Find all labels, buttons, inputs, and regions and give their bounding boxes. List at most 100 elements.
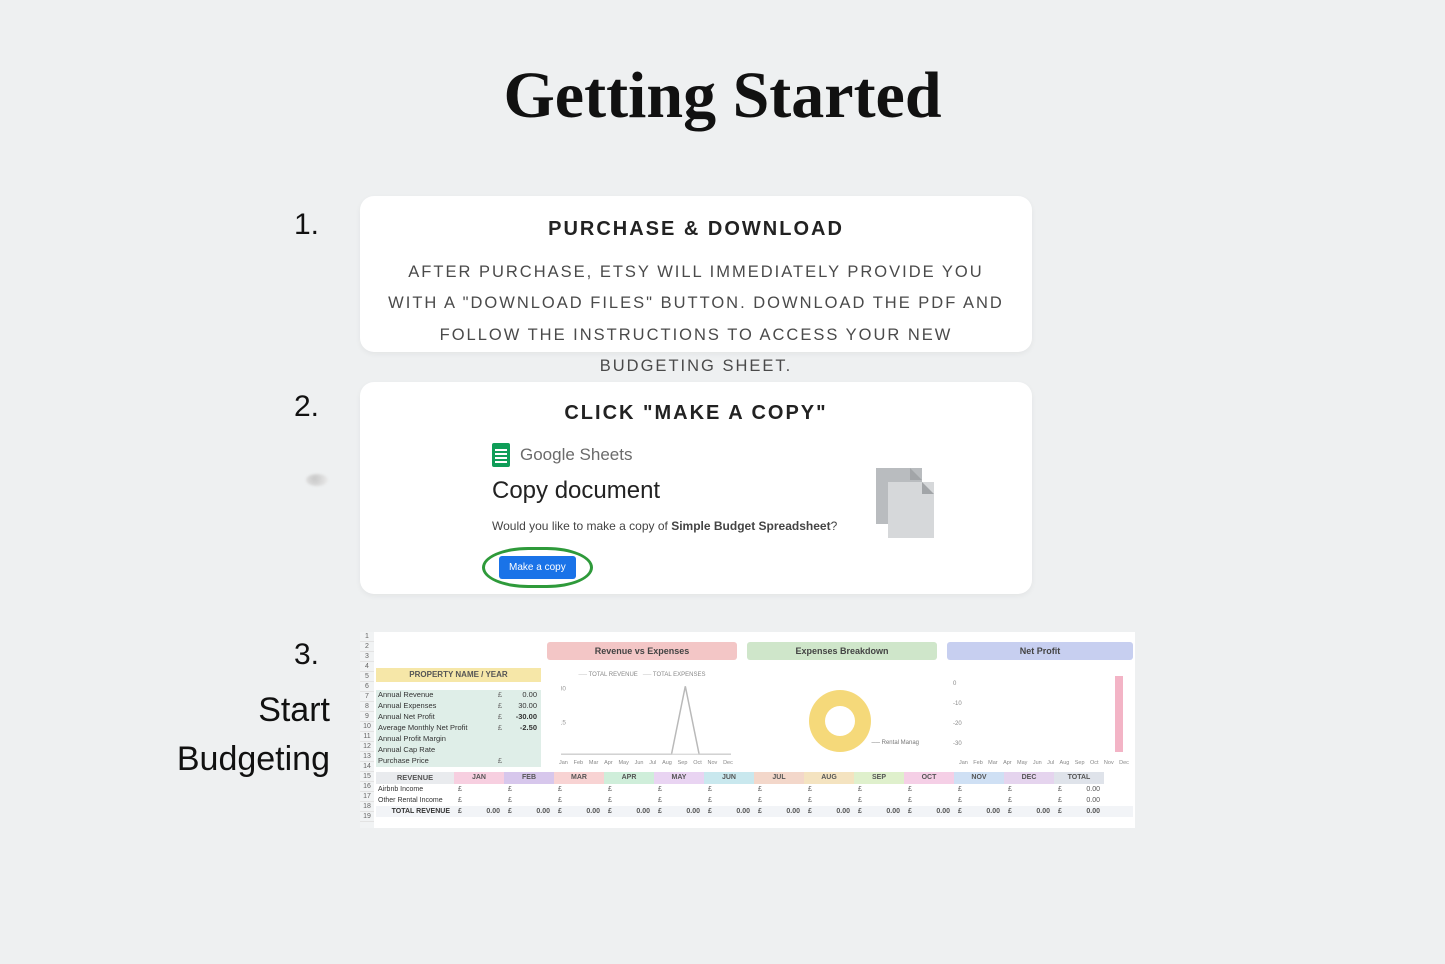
kpi-value: -2.50 <box>505 723 541 734</box>
row-number: 6 <box>360 682 374 692</box>
table-cell: £0.00 <box>1054 795 1104 806</box>
kpi-row: Annual Cap Rate <box>376 745 541 756</box>
kpi-label: Annual Cap Rate <box>376 745 495 756</box>
table-cell: £ <box>1004 795 1054 806</box>
kpi-label: Annual Expenses <box>376 701 495 712</box>
axis-month: Nov <box>1104 760 1114 766</box>
row-number: 16 <box>360 782 374 792</box>
table-cell: £0.00 <box>954 806 1004 817</box>
axis-month: Jun <box>635 760 644 766</box>
axis-month: Oct <box>693 760 702 766</box>
axis-month: Jan <box>959 760 968 766</box>
axis-month: Feb <box>574 760 583 766</box>
axis-month: Jul <box>1047 760 1054 766</box>
row-number: 19 <box>360 812 374 822</box>
kpi-label: Purchase Price <box>376 756 495 767</box>
net-profit-bar <box>1115 676 1123 752</box>
axis-month: Jul <box>649 760 656 766</box>
row-number: 13 <box>360 752 374 762</box>
line-chart-svg: 30 15 <box>561 682 731 756</box>
kpi-currency <box>495 734 505 745</box>
table-cell: £ <box>554 795 604 806</box>
kpi-label: Average Monthly Net Profit <box>376 723 495 734</box>
axis-month: Aug <box>1060 760 1070 766</box>
step-2-card: CLICK "MAKE A COPY" Google Sheets Copy d… <box>360 382 1032 594</box>
table-cell: £ <box>704 784 754 795</box>
table-cell: £ <box>804 784 854 795</box>
table-cell: £ <box>504 795 554 806</box>
axis-month: Dec <box>723 760 733 766</box>
table-month-header: SEP <box>854 772 904 784</box>
step-2-heading: CLICK "MAKE A COPY" <box>386 402 1006 425</box>
row-number: 3 <box>360 652 374 662</box>
table-cell: £ <box>904 784 954 795</box>
chart-header-revenue: Revenue vs Expenses <box>547 642 737 660</box>
kpi-label: Annual Revenue <box>376 690 495 701</box>
table-total-row: TOTAL REVENUE£0.00£0.00£0.00£0.00£0.00£0… <box>376 806 1133 817</box>
table-month-header: MAR <box>554 772 604 784</box>
table-cell: £ <box>654 795 704 806</box>
donut-icon <box>809 690 871 752</box>
kpi-label: Annual Profit Margin <box>376 734 495 745</box>
table-cell: £ <box>754 784 804 795</box>
table-cell: £ <box>604 795 654 806</box>
chart-expenses-breakdown: ── Rental Manag <box>747 668 937 766</box>
kpi-value: 30.00 <box>505 701 541 712</box>
kpi-currency: £ <box>495 690 505 701</box>
axis-month: May <box>1017 760 1027 766</box>
table-month-header: OCT <box>904 772 954 784</box>
table-cell: £0.00 <box>904 806 954 817</box>
table-section-header: REVENUE <box>376 772 454 784</box>
step-3-label: Start Budgeting <box>152 686 330 785</box>
table-month-header: JUL <box>754 772 804 784</box>
kpi-row: Annual Net Profit£-30.00 <box>376 712 541 723</box>
table-cell: £ <box>554 784 604 795</box>
property-header: PROPERTY NAME / YEAR <box>376 668 541 682</box>
row-number: 12 <box>360 742 374 752</box>
donut-label: ── Rental Manag <box>871 740 919 746</box>
row-number: 15 <box>360 772 374 782</box>
row-number: 11 <box>360 732 374 742</box>
table-cell: £0.00 <box>654 806 704 817</box>
row-label: TOTAL REVENUE <box>376 806 454 817</box>
axis-month: Dec <box>1119 760 1129 766</box>
kpi-value: -30.00 <box>505 712 541 723</box>
table-month-header: MAY <box>654 772 704 784</box>
make-a-copy-button[interactable]: Make a copy <box>499 556 576 579</box>
axis-month: Sep <box>678 760 688 766</box>
chart-header-netprofit: Net Profit <box>947 642 1133 660</box>
axis-tick: 0 <box>953 674 962 694</box>
table-cell: £ <box>954 784 1004 795</box>
step-3-label-line1: Start <box>152 686 330 735</box>
table-cell: £ <box>854 784 904 795</box>
prompt-suffix: ? <box>831 519 838 533</box>
make-a-copy-highlight: Make a copy <box>482 547 593 588</box>
chart-net-profit: 0-10-20-30 JanFebMarAprMayJunJulAugSepOc… <box>947 668 1133 766</box>
document-copy-icon <box>876 468 922 524</box>
table-month-header: TOTAL <box>1054 772 1104 784</box>
step-2-number: 2. <box>294 390 319 424</box>
axis-month: Sep <box>1075 760 1085 766</box>
svg-text:15: 15 <box>561 720 566 727</box>
table-cell: £ <box>704 795 754 806</box>
kpi-row: Annual Expenses£30.00 <box>376 701 541 712</box>
axis-month: Mar <box>589 760 598 766</box>
table-cell: £0.00 <box>504 806 554 817</box>
row-number: 17 <box>360 792 374 802</box>
table-cell: £ <box>754 795 804 806</box>
table-cell: £0.00 <box>554 806 604 817</box>
kpi-currency: £ <box>495 756 505 767</box>
kpi-value: 0.00 <box>505 690 541 701</box>
row-number-gutter: 12345678910111213141516171819 <box>360 632 374 828</box>
table-cell: £0.00 <box>604 806 654 817</box>
row-number: 9 <box>360 712 374 722</box>
svg-text:30: 30 <box>561 686 566 693</box>
spreadsheet-preview: 12345678910111213141516171819 Revenue vs… <box>360 632 1135 828</box>
table-cell: £0.00 <box>704 806 754 817</box>
row-number: 8 <box>360 702 374 712</box>
step-1-card: PURCHASE & DOWNLOAD AFTER PURCHASE, ETSY… <box>360 196 1032 352</box>
row-number: 4 <box>360 662 374 672</box>
table-cell: £ <box>1004 784 1054 795</box>
table-cell: £ <box>954 795 1004 806</box>
axis-month: Nov <box>708 760 718 766</box>
